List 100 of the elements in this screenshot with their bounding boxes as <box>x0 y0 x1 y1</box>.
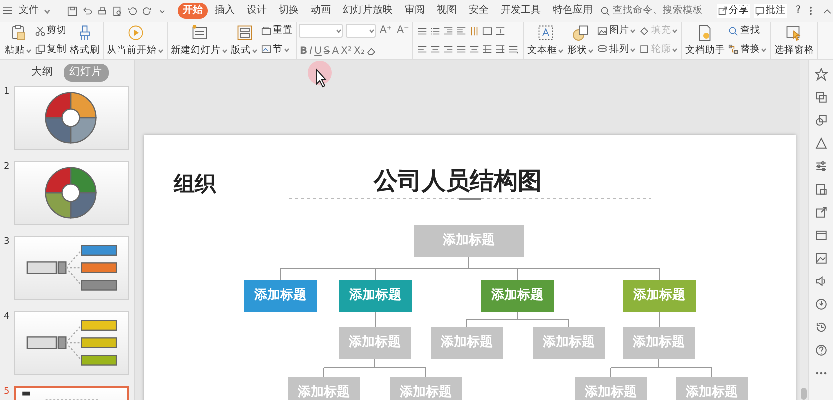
font-name-field[interactable] <box>299 24 343 38</box>
comment-button[interactable]: 批注 <box>754 4 787 18</box>
new-slide-icon <box>190 24 208 42</box>
ribbon-button[interactable]: 粘贴 <box>4 22 33 59</box>
file-menu[interactable]: 文件 <box>14 3 44 19</box>
ribbon-button[interactable]: 查找 <box>727 24 768 38</box>
format-button[interactable]: I <box>308 44 314 58</box>
speaker-icon[interactable] <box>814 275 828 288</box>
image-document-icon[interactable] <box>814 183 828 196</box>
export-icon[interactable] <box>814 206 828 219</box>
share-button[interactable]: 分享 <box>716 4 750 18</box>
slide-title: 公司人员结构图 <box>374 166 542 197</box>
format-button[interactable]: U <box>314 44 323 58</box>
ribbon-tab[interactable]: 开发工具 <box>496 3 546 19</box>
paragraph-format-icon[interactable] <box>482 44 494 56</box>
undo-icon[interactable] <box>126 6 138 16</box>
format-button[interactable]: X₂ <box>352 44 366 58</box>
ribbon-button[interactable]: 复制 <box>34 42 68 57</box>
format-button[interactable]: B <box>299 44 309 58</box>
caret-icon[interactable] <box>336 28 342 34</box>
org-chart-node: 添加标题 <box>623 280 696 312</box>
ribbon-button[interactable]: 形状 <box>566 22 596 59</box>
save-icon[interactable] <box>66 6 78 16</box>
format-button[interactable]: A <box>331 44 340 58</box>
ribbon-tab[interactable]: 安全 <box>464 3 494 19</box>
ribbon-tab[interactable]: 特色应用 <box>548 3 598 19</box>
paragraph-format-icon[interactable] <box>430 44 442 56</box>
paragraph-format-icon[interactable] <box>456 44 468 56</box>
search-icon <box>600 6 611 16</box>
ribbon-tab[interactable]: 动画 <box>306 3 336 19</box>
caret-icon[interactable] <box>158 48 164 54</box>
caret-icon[interactable] <box>369 28 375 34</box>
paragraph-format-icon[interactable] <box>495 26 506 37</box>
caret-icon[interactable] <box>26 48 32 54</box>
paragraph-format-icon[interactable] <box>443 44 454 56</box>
format-button[interactable]: S <box>322 44 332 58</box>
paragraph-format-icon[interactable] <box>456 26 468 37</box>
star-icon[interactable] <box>814 68 828 81</box>
scrollbar[interactable] <box>800 60 808 400</box>
caret-icon[interactable] <box>44 8 51 14</box>
ribbon-button[interactable]: 排列 <box>596 42 638 57</box>
panel-tab[interactable]: 大纲 <box>26 64 60 82</box>
ribbon-tab[interactable]: 视图 <box>432 3 462 19</box>
ribbon-button[interactable]: 新建幻灯片 <box>170 22 229 59</box>
ribbon-tab[interactable]: 设计 <box>242 3 272 19</box>
ribbon-button[interactable]: 图片 <box>596 24 638 38</box>
ribbon-tab[interactable]: 插入 <box>210 3 240 19</box>
paragraph-format-icon[interactable] <box>508 44 520 56</box>
caret-icon[interactable] <box>761 46 768 53</box>
stacked-windows-icon[interactable] <box>814 91 828 104</box>
format-button[interactable]: X² <box>340 44 353 58</box>
ribbon-button[interactable]: 节 <box>260 42 294 57</box>
sliders-icon[interactable] <box>814 160 828 173</box>
help-button[interactable]: ? <box>790 3 806 19</box>
caret-icon[interactable] <box>222 48 228 54</box>
ribbon-tab[interactable]: 审阅 <box>400 3 430 19</box>
print-icon[interactable] <box>96 6 108 16</box>
triangle-icon[interactable] <box>814 137 828 150</box>
paragraph-format-icon[interactable] <box>482 26 494 37</box>
paragraph-format-icon[interactable] <box>430 26 442 37</box>
caret-icon[interactable] <box>284 46 290 53</box>
ribbon-tab[interactable]: 切换 <box>274 3 304 19</box>
ribbon-tab[interactable]: 幻灯片放映 <box>338 3 398 19</box>
search-field[interactable]: 查找命令、搜索模板 <box>600 4 709 18</box>
picture-icon[interactable] <box>814 252 828 265</box>
ribbon-button[interactable]: 文档助手 <box>684 22 726 59</box>
shapes-icon[interactable] <box>814 114 828 127</box>
ribbon-button[interactable]: 替换 <box>727 42 768 57</box>
undo-icon[interactable] <box>82 6 93 16</box>
paragraph-format-icon[interactable] <box>469 44 480 56</box>
print-preview-icon[interactable] <box>112 6 123 16</box>
caret-icon[interactable] <box>558 48 564 54</box>
eraser-icon[interactable] <box>366 46 377 56</box>
caret-icon[interactable] <box>630 28 636 34</box>
font-size-button[interactable]: A⁺ <box>379 24 394 37</box>
caret-icon[interactable] <box>252 48 258 54</box>
history-icon[interactable] <box>814 321 828 334</box>
paragraph-format-icon[interactable] <box>469 26 480 37</box>
ribbon-button[interactable]: 格式刷 <box>69 22 101 59</box>
slide-number: 5 <box>4 386 11 399</box>
caret-icon[interactable] <box>588 48 594 54</box>
font-size-button[interactable]: A⁻ <box>396 24 410 37</box>
ribbon-button[interactable]: 剪切 <box>34 24 68 38</box>
paragraph-format-icon[interactable] <box>495 44 506 56</box>
font-size-field[interactable] <box>346 24 376 38</box>
redo-icon[interactable] <box>142 6 153 16</box>
window-icon[interactable] <box>814 229 828 242</box>
ribbon-button[interactable]: 从当前开始 <box>106 22 165 59</box>
ribbon-button[interactable]: 选择窗格 <box>773 22 816 59</box>
layout-icon <box>236 24 254 42</box>
caret-icon[interactable] <box>630 46 636 53</box>
menu-icon[interactable] <box>2 5 14 17</box>
paragraph-format-icon[interactable] <box>443 26 454 37</box>
ribbon-button[interactable]: 文本框 <box>526 22 566 59</box>
paragraph-format-icon[interactable] <box>417 44 428 56</box>
help-icon[interactable] <box>814 344 828 357</box>
org-chart-node: 添加标题 <box>676 377 748 400</box>
ribbon-button[interactable]: 版式 <box>230 22 259 59</box>
paragraph-format-icon[interactable] <box>417 26 428 37</box>
ribbon-button[interactable]: 重置 <box>260 24 294 38</box>
